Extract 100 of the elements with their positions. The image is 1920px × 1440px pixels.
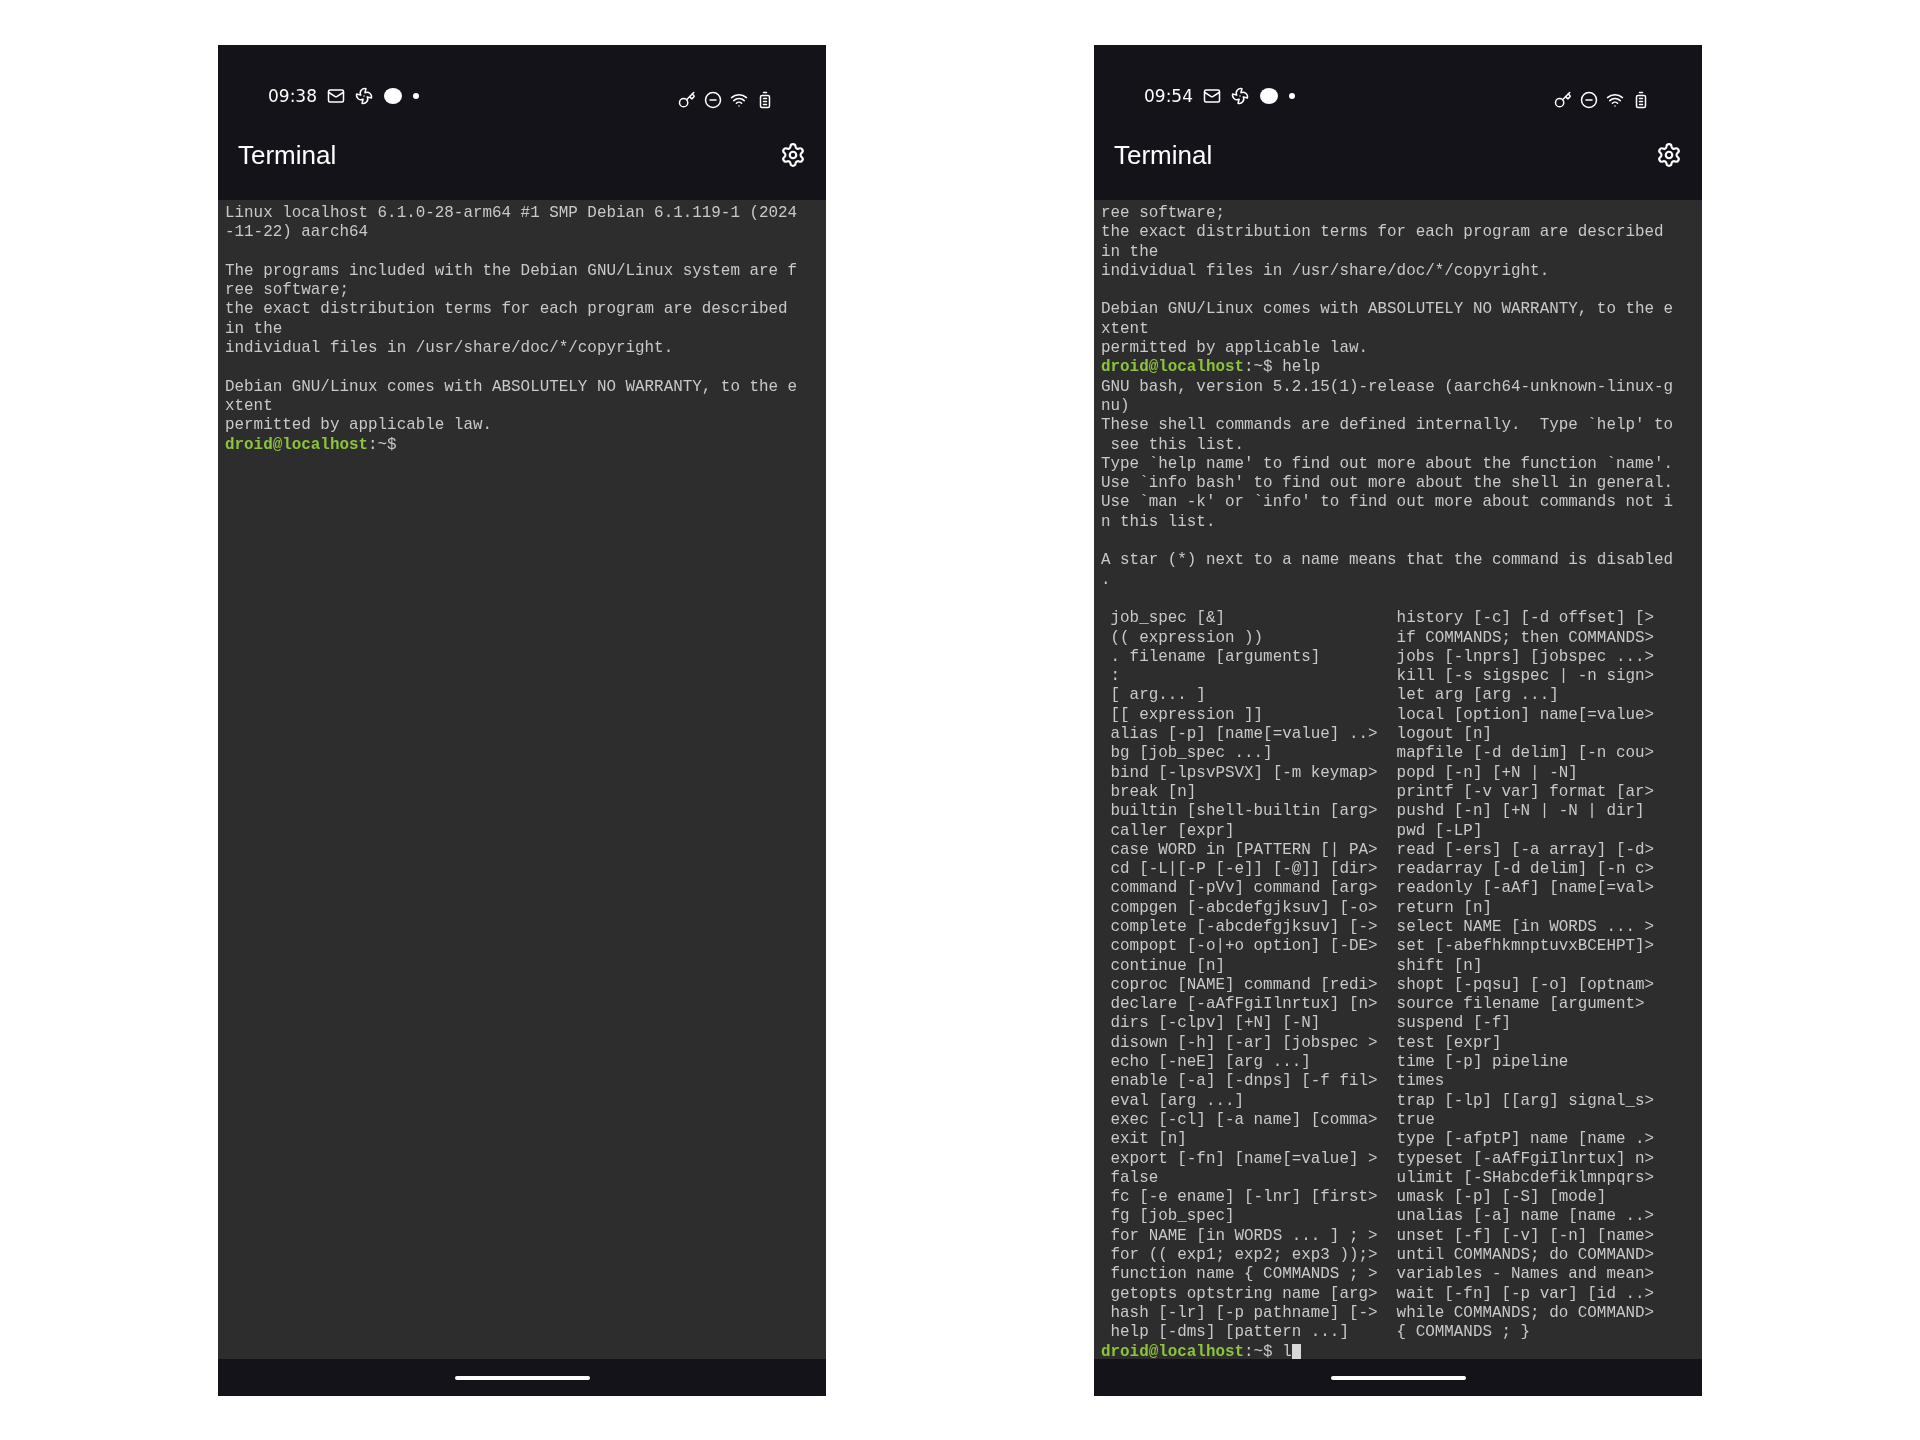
command-usage: if COMMANDS; then COMMANDS>: [1396, 628, 1655, 648]
command-usage: case WORD in [PATTERN [| PA>: [1110, 840, 1378, 859]
do-not-disturb-icon: [704, 91, 722, 109]
prompt-path: :~$: [1244, 1342, 1273, 1359]
terminal-line: the exact distribution terms for each program are described: [225, 300, 788, 320]
command-usage: disown [-h] [-ar] [jobspec >: [1110, 1033, 1378, 1052]
command-usage: export [-fn] [name[=value] >: [1110, 1149, 1378, 1168]
home-indicator[interactable]: [454, 1375, 590, 1380]
wifi-icon: [730, 91, 748, 109]
command-usage: function name { COMMANDS ; >: [1110, 1265, 1378, 1284]
command-usage: echo [-neE] [arg ...]: [1110, 1053, 1311, 1072]
command-usage: read [-ers] [-a array] [-d>: [1396, 840, 1655, 861]
app-title: Terminal: [238, 138, 337, 172]
command-usage: getopts optstring name [arg>: [1110, 1284, 1378, 1303]
home-indicator[interactable]: [1330, 1375, 1466, 1380]
terminal-line: Debian GNU/Linux comes with ABSOLUTELY NO WARRANTY, to the e: [225, 377, 798, 397]
command-usage: exit [n]: [1110, 1130, 1187, 1149]
command-usage: trap [-lp] [[arg] signal_s>: [1396, 1091, 1655, 1111]
command-usage: cd [-L|[-P [-e]] [-@]] [dir>: [1110, 860, 1378, 879]
command-usage: (( expression )): [1110, 628, 1264, 647]
terminal-line: GNU bash, version 5.2.15(1)-release (aarch64-unknown-linux-g: [1101, 377, 1674, 397]
command-usage: for (( exp1; exp2; exp3 ));>: [1110, 1246, 1378, 1265]
command-usage: while COMMANDS; do COMMAND>: [1396, 1303, 1655, 1324]
command-usage: time [-p] pipeline: [1396, 1053, 1569, 1073]
command-usage: let arg [arg ...]: [1396, 686, 1559, 706]
command-usage: unalias [-a] name [name ..>: [1396, 1207, 1655, 1227]
terminal-line: .: [1101, 570, 1111, 590]
settings-icon[interactable]: [780, 142, 806, 168]
command-usage: hash [-lr] [-p pathname] [->: [1110, 1303, 1378, 1322]
command-usage: until COMMANDS; do COMMAND>: [1396, 1246, 1655, 1266]
command-usage: logout [n]: [1396, 725, 1492, 745]
command-usage: true: [1396, 1110, 1435, 1131]
status-time: 09:38: [268, 84, 317, 108]
terminal-line: These shell commands are defined internally. Type `help' to: [1101, 416, 1674, 436]
terminal-line: permitted by applicable law.: [1101, 339, 1368, 359]
blob-icon: [1259, 87, 1279, 106]
command-usage: builtin [shell-builtin [arg>: [1110, 802, 1378, 821]
command-usage: pwd [-LP]: [1396, 821, 1483, 841]
prompt-user: droid@localhost: [1101, 1342, 1245, 1359]
command-usage: printf [-v var] format [ar>: [1396, 782, 1655, 803]
command-usage: false: [1110, 1168, 1159, 1187]
terminal-line: in the: [225, 319, 283, 340]
command-usage: caller [expr]: [1110, 821, 1235, 840]
command-usage: popd [-n] [+N | -N]: [1396, 763, 1578, 783]
command-usage: type [-afptP] name [name .>: [1396, 1130, 1655, 1150]
command-usage: coproc [NAME] command [redi>: [1110, 975, 1378, 994]
command-usage: [ arg... ]: [1110, 686, 1206, 705]
command-usage: enable [-a] [-dnps] [-f fil>: [1110, 1072, 1378, 1091]
command-usage: times: [1396, 1072, 1445, 1092]
terminal-line: n this list.: [1101, 512, 1216, 533]
command-usage: mapfile [-d delim] [-n cou>: [1396, 744, 1655, 764]
command-usage: shopt [-pqsu] [-o] [optnam>: [1396, 975, 1655, 996]
terminal-line: Type `help name' to find out more about the function `name'.: [1101, 454, 1674, 475]
command-usage: compopt [-o|+o option] [-DE>: [1110, 937, 1378, 956]
terminal-line: ree software;: [1101, 204, 1225, 224]
command-usage: source filename [argument>: [1396, 995, 1645, 1015]
terminal-line: Use `info bash' to find out more about the shell in general.: [1101, 474, 1674, 494]
terminal-line: xtent: [225, 396, 273, 417]
command-usage: . filename [arguments]: [1110, 647, 1321, 666]
terminal-line: Debian GNU/Linux comes with ABSOLUTELY NO WARRANTY, to the e: [1101, 300, 1674, 320]
terminal-line: ree software;: [225, 281, 349, 301]
command-usage: suspend [-f]: [1396, 1014, 1512, 1034]
terminal-line: permitted by applicable law.: [225, 416, 492, 436]
prompt-user: droid@localhost: [1101, 358, 1245, 378]
command-text: l: [1282, 1342, 1292, 1359]
command-usage: alias [-p] [name[=value] ..>: [1110, 725, 1378, 743]
command-usage: fg [job_spec]: [1110, 1207, 1235, 1226]
dot-icon: [1289, 93, 1295, 100]
command-usage: typeset [-aAfFgiIlnrtux] n>: [1396, 1149, 1655, 1169]
app-title: Terminal: [1114, 138, 1213, 172]
terminal-line: see this list.: [1109, 435, 1245, 455]
command-usage: local [option] name[=value>: [1396, 705, 1655, 725]
command-usage: command [-pVv] command [arg>: [1110, 879, 1378, 898]
command-usage: readonly [-aAf] [name[=val>: [1396, 879, 1655, 899]
key-icon: [678, 91, 696, 109]
blob-icon: [383, 87, 403, 106]
terminal-line: Use `man -k' or `info' to find out more about commands not i: [1101, 493, 1674, 513]
command-usage: fc [-e ename] [-lnr] [first>: [1110, 1188, 1378, 1207]
command-usage: select NAME [in WORDS ... >: [1396, 918, 1655, 938]
mail-icon: [327, 87, 345, 106]
terminal-line: xtent: [1101, 319, 1149, 340]
command-usage: wait [-fn] [-p var] [id ..>: [1396, 1284, 1655, 1304]
command-usage: [[ expression ]]: [1110, 705, 1264, 724]
command-usage: exec [-cl] [-a name] [comma>: [1110, 1110, 1378, 1129]
terminal-line: The programs included with the Debian GNU/Linux system are f: [225, 261, 798, 282]
command-usage: complete [-abcdefgjksuv] [->: [1110, 918, 1378, 936]
terminal-line: A star (*) next to a name means that the command is disabled: [1101, 551, 1674, 571]
command-usage: eval [arg ...]: [1110, 1091, 1245, 1110]
command-usage: job_spec [&]: [1110, 609, 1225, 628]
command-usage: break [n]: [1110, 782, 1197, 801]
command-usage: for NAME [in WORDS ... ] ; >: [1110, 1226, 1378, 1245]
command-usage: readarray [-d delim] [-n c>: [1396, 860, 1655, 880]
command-usage: shift [n]: [1396, 956, 1483, 976]
dot-icon: [413, 93, 419, 100]
settings-icon[interactable]: [1656, 142, 1682, 168]
status-time: 09:54: [1144, 84, 1193, 108]
command-usage: ulimit [-SHabcdefiklmnpqrs>: [1396, 1168, 1655, 1189]
command-usage: kill [-s sigspec | -n sign>: [1396, 667, 1655, 687]
command-usage: :: [1110, 667, 1121, 686]
command-usage: help [-dms] [pattern ...]: [1110, 1323, 1349, 1342]
